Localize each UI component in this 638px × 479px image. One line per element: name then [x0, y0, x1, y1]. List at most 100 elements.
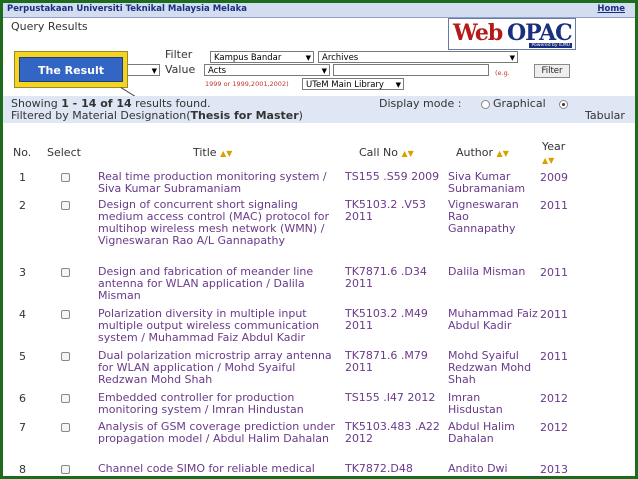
row-year: 2011	[540, 266, 568, 279]
row-select-checkbox[interactable]	[61, 173, 70, 182]
row-select-checkbox[interactable]	[61, 310, 70, 319]
row-callno: TK5103.2 .V53 2011	[345, 198, 426, 223]
chevron-down-icon: ▼	[321, 67, 327, 75]
header-callno-text: Call No	[359, 146, 398, 159]
row-number: 5	[19, 350, 26, 363]
row-author[interactable]: Siva Kumar Subramaniam	[448, 171, 538, 195]
row-number: 3	[19, 266, 26, 279]
graphical-label: Graphical	[493, 97, 546, 110]
row-number: 7	[19, 421, 26, 434]
sort-icon[interactable]: ▲▼	[220, 149, 232, 158]
row-number: 2	[19, 199, 26, 212]
browser-frame: Perpustakaan Universiti Teknikal Malaysi…	[0, 0, 638, 479]
library-name: Perpustakaan Universiti Teknikal Malaysi…	[7, 4, 247, 14]
row-year: 2013	[540, 463, 568, 476]
row-year: 2009	[540, 171, 568, 184]
material-designation: Thesis for Master	[190, 109, 299, 122]
sort-icon[interactable]: ▲▼	[542, 156, 554, 165]
row-callno: TK7872.D48	[345, 462, 413, 475]
row-title-link[interactable]: Real time production monitoring system /…	[98, 171, 343, 195]
header-author[interactable]: Author ▲▼	[456, 146, 509, 159]
value-select[interactable]: Acts ▼	[204, 64, 330, 76]
row-author[interactable]: Muhammad Faiz Abdul Kadir	[448, 308, 538, 332]
graphical-radio[interactable]	[481, 100, 490, 109]
home-link[interactable]: Home	[597, 4, 625, 14]
row-callno: TK7871.6 .M79 2011	[345, 349, 428, 374]
result-callout: The Result	[14, 51, 128, 88]
display-mode-label: Display mode :	[379, 97, 462, 110]
chevron-down-icon: ▼	[509, 54, 515, 62]
row-select-checkbox[interactable]	[61, 201, 70, 210]
row-select-checkbox[interactable]	[61, 268, 70, 277]
row-author[interactable]: Imran Hisdustan	[448, 392, 538, 416]
row-callno: TS155 .I47 2012	[345, 391, 436, 404]
row-year: 2011	[540, 308, 568, 321]
campus-select[interactable]: Kampus Bandar ▼	[210, 51, 314, 63]
location-select-value: UTeM Main Library	[306, 80, 384, 90]
filter-button[interactable]: Filter	[534, 64, 570, 78]
row-title-link[interactable]: Dual polarization microstrip array anten…	[98, 350, 343, 386]
row-author[interactable]: Abdul Halim Dahalan	[448, 421, 538, 445]
filter-summary-line: Filtered by Material Designation(Thesis …	[11, 109, 303, 122]
row-number: 8	[19, 463, 26, 476]
year-hint: 1999 or 1999,2001,2002)	[205, 80, 289, 88]
filtered-suffix: )	[298, 109, 303, 122]
row-number: 4	[19, 308, 26, 321]
sort-icon[interactable]: ▲▼	[497, 149, 509, 158]
header-year-text: Year	[542, 140, 566, 153]
tabular-label: Tabular	[585, 109, 625, 122]
row-select-checkbox[interactable]	[61, 394, 70, 403]
sort-icon[interactable]: ▲▼	[402, 149, 414, 158]
row-select-checkbox[interactable]	[61, 352, 70, 361]
row-callno: TK7871.6 .D34 2011	[345, 265, 427, 290]
filter-label: Filter	[165, 48, 193, 61]
header-author-text: Author	[456, 146, 494, 159]
value-input[interactable]	[333, 64, 489, 76]
row-select-checkbox[interactable]	[61, 465, 70, 474]
row-title-link[interactable]: Channel code SIMO for reliable medical	[98, 463, 343, 475]
row-number: 6	[19, 392, 26, 405]
top-bar: Perpustakaan Universiti Teknikal Malaysi…	[3, 3, 635, 18]
row-callno: TK5103.483 .A22 2012	[345, 420, 440, 445]
header-year[interactable]: Year ▲▼	[542, 140, 565, 166]
row-author[interactable]: Andito Dwi	[448, 463, 538, 475]
chevron-down-icon: ▼	[151, 67, 157, 75]
value-select-value: Acts	[208, 66, 227, 76]
header-no: No.	[13, 146, 32, 159]
chevron-down-icon: ▼	[395, 81, 401, 89]
row-callno: TS155 .S59 2009	[345, 170, 440, 183]
value-label: Value	[165, 63, 196, 76]
header-title[interactable]: Title ▲▼	[193, 146, 232, 159]
campus-select-value: Kampus Bandar	[214, 53, 282, 63]
row-title-link[interactable]: Polarization diversity in multiple input…	[98, 308, 343, 344]
header-callno[interactable]: Call No ▲▼	[359, 146, 414, 159]
row-year: 2011	[540, 199, 568, 212]
row-number: 1	[19, 171, 26, 184]
row-title-link[interactable]: Embedded controller for production monit…	[98, 392, 343, 416]
filtered-prefix: Filtered by Material Designation(	[11, 109, 191, 122]
row-select-checkbox[interactable]	[61, 423, 70, 432]
row-author[interactable]: Mohd Syaiful Redzwan Mohd Shah	[448, 350, 538, 386]
row-author[interactable]: Vigneswaran Rao Gannapathy	[448, 199, 538, 235]
archive-select-value: Archives	[322, 53, 359, 63]
row-callno: TK5103.2 .M49 2011	[345, 307, 428, 332]
location-select[interactable]: UTeM Main Library ▼	[302, 78, 404, 90]
logo-powered-text: Powered by ILMU	[529, 43, 572, 48]
row-title-link[interactable]: Design of concurrent short signaling med…	[98, 199, 343, 247]
row-year: 2012	[540, 421, 568, 434]
header-select: Select	[47, 146, 81, 159]
tabular-radio[interactable]	[559, 100, 568, 109]
header-title-text: Title	[193, 146, 217, 159]
webopac-logo: Web OPAC Powered by ILMU	[448, 18, 576, 50]
row-author[interactable]: Dalila Misman	[448, 266, 538, 278]
logo-web-text: Web	[453, 20, 503, 46]
chevron-down-icon: ▼	[305, 54, 311, 62]
result-callout-label: The Result	[19, 57, 123, 82]
row-title-link[interactable]: Analysis of GSM coverage prediction unde…	[98, 421, 343, 445]
row-title-link[interactable]: Design and fabrication of meander line a…	[98, 266, 343, 302]
archive-select[interactable]: Archives ▼	[318, 51, 518, 63]
eg-hint: (e.g.	[495, 69, 510, 77]
page-title: Query Results	[11, 20, 88, 33]
row-year: 2011	[540, 350, 568, 363]
results-summary: Showing 1 - 14 of 14 results found. Filt…	[3, 96, 635, 123]
